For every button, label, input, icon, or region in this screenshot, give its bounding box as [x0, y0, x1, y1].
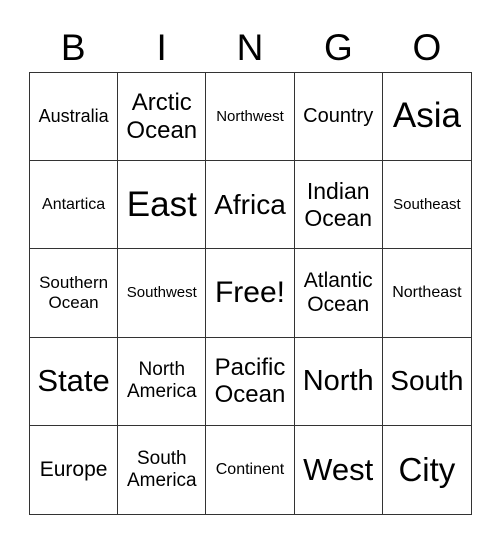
bingo-cell[interactable]: West — [295, 425, 383, 514]
bingo-cell[interactable]: Indian Ocean — [294, 161, 383, 250]
bingo-cell[interactable]: Atlantic Ocean — [294, 249, 383, 338]
header-letter-i: I — [156, 27, 167, 68]
bingo-cell[interactable]: Northeast — [382, 249, 471, 338]
bingo-cell[interactable]: Antartica — [30, 161, 119, 250]
bingo-header: BINGO — [29, 26, 471, 70]
free-space-cell[interactable]: Free! — [206, 249, 295, 338]
bingo-grid: Australia Arctic Ocean Northwest Country Asi… — [29, 72, 472, 515]
bingo-cell[interactable]: City — [383, 426, 471, 514]
header-letter-n: N — [236, 27, 264, 68]
bingo-cell[interactable]: South America — [118, 425, 207, 514]
bingo-cell[interactable]: Asia — [382, 73, 471, 162]
bingo-cell[interactable]: Africa — [206, 161, 295, 250]
bingo-cell[interactable]: Australia — [30, 73, 119, 162]
bingo-cell[interactable]: Country — [294, 73, 383, 162]
bingo-cell[interactable]: North — [294, 337, 383, 426]
header-letter-g: G — [324, 27, 353, 68]
bingo-cell[interactable]: Southwest — [118, 249, 207, 338]
bingo-cell[interactable]: Continent — [206, 425, 295, 514]
bingo-cell[interactable]: Southern Ocean — [30, 249, 119, 338]
bingo-cell[interactable]: State — [30, 337, 119, 426]
bingo-cell[interactable]: East — [118, 161, 207, 250]
header-letter-o: O — [412, 27, 442, 68]
bingo-cell[interactable]: Pacific Ocean — [206, 337, 295, 426]
bingo-cell[interactable]: Southeast — [382, 161, 471, 250]
bingo-cell[interactable]: North America — [118, 337, 207, 426]
bingo-cell[interactable]: South — [382, 338, 471, 426]
bingo-cell[interactable]: Arctic Ocean — [118, 73, 207, 162]
bingo-cell[interactable]: Europe — [30, 425, 119, 514]
header-letter-b: B — [60, 27, 86, 68]
bingo-cell[interactable]: Northwest — [206, 73, 295, 162]
